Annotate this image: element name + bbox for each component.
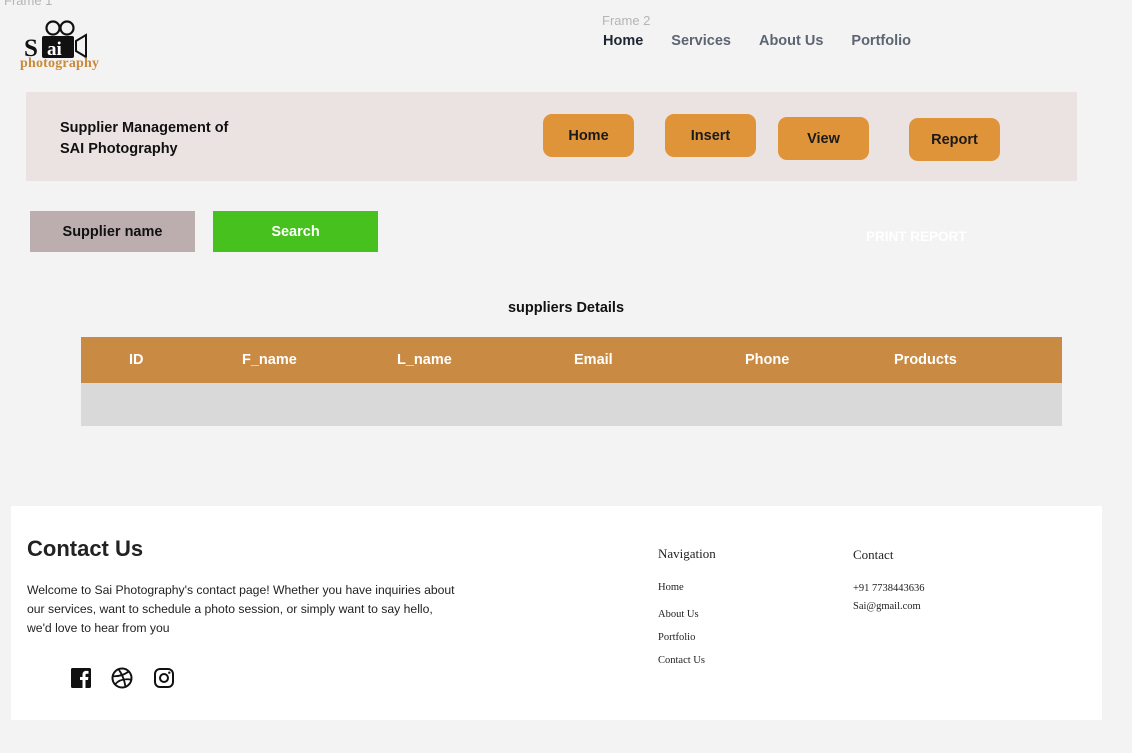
instagram-icon[interactable] — [152, 666, 176, 690]
nav-about-us[interactable]: About Us — [759, 33, 823, 49]
footer-navigation-title: Navigation — [658, 546, 716, 561]
footer-link-contact-us[interactable]: Contact Us — [658, 655, 705, 666]
suppliers-table: ID F_name L_name Email Phone Products — [81, 337, 1062, 426]
page-title: Supplier Management of SAI Photography — [60, 118, 228, 160]
nav-portfolio[interactable]: Portfolio — [851, 33, 911, 49]
table-row — [81, 383, 1062, 426]
report-button[interactable]: Report — [909, 118, 1000, 161]
home-button[interactable]: Home — [543, 114, 634, 157]
supplier-name-field[interactable]: Supplier name — [30, 211, 195, 252]
contact-description: Welcome to Sai Photography's contact pag… — [27, 583, 455, 635]
column-header-phone: Phone — [745, 352, 790, 368]
camera-logo-icon: S ai — [24, 20, 87, 60]
column-header-l-name: L_name — [397, 352, 452, 368]
table-title: suppliers Details — [507, 300, 625, 316]
logo-text: photography — [20, 56, 100, 71]
column-header-products: Products — [894, 352, 957, 368]
footer-link-portfolio[interactable]: Portfolio — [658, 632, 695, 643]
page-title-line1: Supplier Management of — [60, 120, 229, 136]
column-header-email: Email — [574, 352, 613, 368]
contact-title: Contact Us — [27, 536, 144, 561]
insert-button[interactable]: Insert — [665, 114, 756, 157]
view-button[interactable]: View — [778, 117, 869, 160]
footer-link-about-us[interactable]: About Us — [658, 609, 699, 620]
column-header-f-name: F_name — [242, 352, 297, 368]
footer-contact-title: Contact — [853, 547, 894, 562]
footer: Contact Us Welcome to Sai Photography's … — [11, 506, 1102, 720]
frame-2-label: Frame 2 — [602, 13, 651, 28]
nav-home[interactable]: Home — [603, 33, 643, 49]
nav-services[interactable]: Services — [671, 33, 731, 49]
search-button[interactable]: Search — [213, 211, 378, 252]
facebook-icon[interactable] — [69, 666, 93, 690]
top-navigation: Home Services About Us Portfolio — [603, 33, 939, 49]
header-band: Supplier Management of SAI Photography H… — [26, 92, 1077, 181]
logo[interactable]: S ai photography — [20, 20, 104, 74]
contact-email[interactable]: Sai@gmail.com — [853, 601, 921, 612]
print-report-button[interactable]: PRINT REPORT — [866, 229, 967, 244]
frame-1-label: Frame 1 — [4, 0, 53, 8]
page-title-line2: SAI Photography — [60, 141, 178, 157]
table-header: ID F_name L_name Email Phone Products — [81, 337, 1062, 383]
column-header-id: ID — [129, 352, 144, 368]
footer-link-home[interactable]: Home — [658, 582, 684, 593]
dribbble-icon[interactable] — [110, 666, 134, 690]
contact-phone: +91 7738443636 — [853, 583, 925, 594]
